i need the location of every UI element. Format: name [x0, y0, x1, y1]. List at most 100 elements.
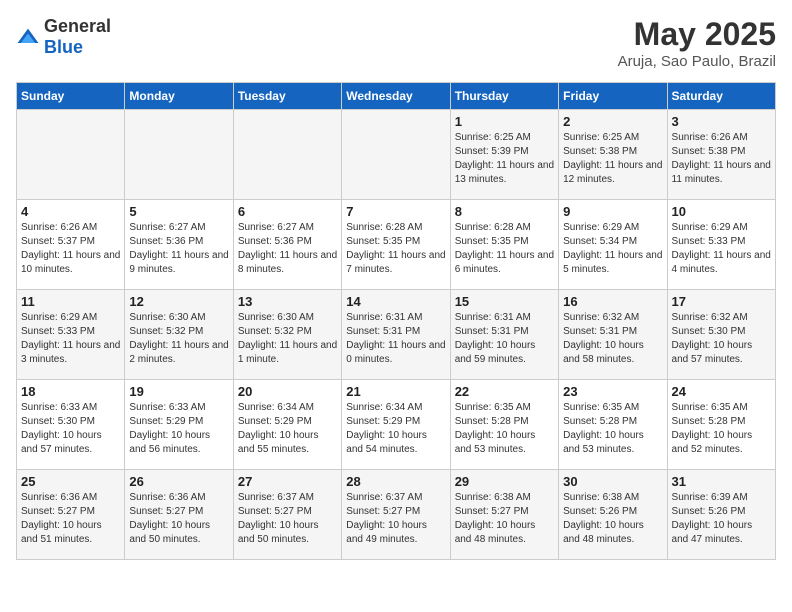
subtitle: Aruja, Sao Paulo, Brazil [618, 53, 776, 70]
day-number: 25 [21, 474, 120, 489]
calendar-cell: 18 Sunrise: 6:33 AM Sunset: 5:30 PM Dayli… [17, 380, 125, 470]
calendar-cell: 30 Sunrise: 6:38 AM Sunset: 5:26 PM Dayli… [559, 470, 667, 560]
day-info: Sunrise: 6:29 AM Sunset: 5:34 PM Dayligh… [563, 221, 662, 277]
day-info: Sunrise: 6:29 AM Sunset: 5:33 PM Dayligh… [21, 311, 120, 367]
weekday-header-row: SundayMondayTuesdayWednesdayThursdayFrid… [17, 83, 776, 110]
calendar-cell [233, 110, 341, 200]
weekday-header-monday: Monday [125, 83, 233, 110]
day-info: Sunrise: 6:38 AM Sunset: 5:27 PM Dayligh… [455, 491, 554, 547]
calendar-cell: 20 Sunrise: 6:34 AM Sunset: 5:29 PM Dayli… [233, 380, 341, 470]
day-number: 11 [21, 294, 120, 309]
calendar-cell: 31Sunrise: 6:39 AM Sunset: 5:26 PM Dayli… [667, 470, 775, 560]
week-row-2: 4Sunrise: 6:26 AM Sunset: 5:37 PM Daylig… [17, 200, 776, 290]
day-info: Sunrise: 6:34 AM Sunset: 5:29 PM Dayligh… [346, 401, 445, 457]
weekday-header-sunday: Sunday [17, 83, 125, 110]
calendar-cell: 15Sunrise: 6:31 AM Sunset: 5:31 PM Dayli… [450, 290, 558, 380]
calendar-cell [125, 110, 233, 200]
calendar-cell [17, 110, 125, 200]
week-row-4: 18 Sunrise: 6:33 AM Sunset: 5:30 PM Dayli… [17, 380, 776, 470]
day-number: 4 [21, 204, 120, 219]
page-header: General Blue May 2025 Aruja, Sao Paulo, … [16, 16, 776, 70]
day-info: Sunrise: 6:25 AM Sunset: 5:38 PM Dayligh… [563, 131, 662, 187]
title-block: May 2025 Aruja, Sao Paulo, Brazil [618, 16, 776, 70]
day-number: 9 [563, 204, 662, 219]
day-number: 27 [238, 474, 337, 489]
day-number: 1 [455, 114, 554, 129]
calendar-cell: 9 Sunrise: 6:29 AM Sunset: 5:34 PM Daylig… [559, 200, 667, 290]
day-number: 21 [346, 384, 445, 399]
day-number: 3 [672, 114, 771, 129]
day-info: Sunrise: 6:35 AM Sunset: 5:28 PM Dayligh… [672, 401, 771, 457]
day-number: 16 [563, 294, 662, 309]
day-number: 12 [129, 294, 228, 309]
day-info: Sunrise: 6:36 AM Sunset: 5:27 PM Dayligh… [129, 491, 228, 547]
calendar-cell: 2 Sunrise: 6:25 AM Sunset: 5:38 PM Daylig… [559, 110, 667, 200]
day-number: 18 [21, 384, 120, 399]
week-row-5: 25 Sunrise: 6:36 AM Sunset: 5:27 PM Dayli… [17, 470, 776, 560]
calendar-cell: 13 Sunrise: 6:30 AM Sunset: 5:32 PM Dayli… [233, 290, 341, 380]
day-number: 7 [346, 204, 445, 219]
calendar-cell: 14 Sunrise: 6:31 AM Sunset: 5:31 PM Dayli… [342, 290, 450, 380]
day-info: Sunrise: 6:34 AM Sunset: 5:29 PM Dayligh… [238, 401, 337, 457]
day-number: 10 [672, 204, 771, 219]
calendar-cell: 25Sunrise: 6:36 AM Sunset: 5:27 PM Dayli… [17, 470, 125, 560]
day-number: 19 [129, 384, 228, 399]
calendar-cell [342, 110, 450, 200]
weekday-header-tuesday: Tuesday [233, 83, 341, 110]
week-row-3: 11 Sunrise: 6:29 AM Sunset: 5:33 PM Dayli… [17, 290, 776, 380]
calendar-table: SundayMondayTuesdayWednesdayThursdayFrid… [16, 82, 776, 560]
day-info: Sunrise: 6:37 AM Sunset: 5:27 PM Dayligh… [238, 491, 337, 547]
calendar-cell: 16 Sunrise: 6:32 AM Sunset: 5:31 PM Dayli… [559, 290, 667, 380]
day-number: 26 [129, 474, 228, 489]
day-number: 13 [238, 294, 337, 309]
day-info: Sunrise: 6:27 AM Sunset: 5:36 PM Dayligh… [129, 221, 228, 277]
calendar-cell: 3 Sunrise: 6:26 AM Sunset: 5:38 PM Daylig… [667, 110, 775, 200]
calendar-cell: 8 Sunrise: 6:28 AM Sunset: 5:35 PM Daylig… [450, 200, 558, 290]
day-info: Sunrise: 6:29 AM Sunset: 5:33 PM Dayligh… [672, 221, 771, 277]
calendar-cell: 26 Sunrise: 6:36 AM Sunset: 5:27 PM Dayli… [125, 470, 233, 560]
day-info: Sunrise: 6:35 AM Sunset: 5:28 PM Dayligh… [455, 401, 554, 457]
day-info: Sunrise: 6:32 AM Sunset: 5:31 PM Dayligh… [563, 311, 662, 367]
logo-blue-text: Blue [44, 37, 83, 57]
day-number: 5 [129, 204, 228, 219]
day-info: Sunrise: 6:27 AM Sunset: 5:36 PM Dayligh… [238, 221, 337, 277]
day-info: Sunrise: 6:28 AM Sunset: 5:35 PM Dayligh… [346, 221, 445, 277]
day-number: 17 [672, 294, 771, 309]
calendar-cell: 6Sunrise: 6:27 AM Sunset: 5:36 PM Daylig… [233, 200, 341, 290]
calendar-cell: 1Sunrise: 6:25 AM Sunset: 5:39 PM Daylig… [450, 110, 558, 200]
day-info: Sunrise: 6:30 AM Sunset: 5:32 PM Dayligh… [238, 311, 337, 367]
day-number: 14 [346, 294, 445, 309]
day-info: Sunrise: 6:38 AM Sunset: 5:26 PM Dayligh… [563, 491, 662, 547]
main-title: May 2025 [618, 16, 776, 53]
day-info: Sunrise: 6:26 AM Sunset: 5:38 PM Dayligh… [672, 131, 771, 187]
weekday-header-friday: Friday [559, 83, 667, 110]
day-number: 23 [563, 384, 662, 399]
calendar-cell: 4Sunrise: 6:26 AM Sunset: 5:37 PM Daylig… [17, 200, 125, 290]
calendar-cell: 5 Sunrise: 6:27 AM Sunset: 5:36 PM Daylig… [125, 200, 233, 290]
logo-general-text: General [44, 16, 111, 36]
calendar-cell: 24 Sunrise: 6:35 AM Sunset: 5:28 PM Dayli… [667, 380, 775, 470]
logo: General Blue [16, 16, 111, 58]
day-number: 2 [563, 114, 662, 129]
day-info: Sunrise: 6:31 AM Sunset: 5:31 PM Dayligh… [346, 311, 445, 367]
weekday-header-thursday: Thursday [450, 83, 558, 110]
weekday-header-saturday: Saturday [667, 83, 775, 110]
day-info: Sunrise: 6:33 AM Sunset: 5:30 PM Dayligh… [21, 401, 120, 457]
day-info: Sunrise: 6:39 AM Sunset: 5:26 PM Dayligh… [672, 491, 771, 547]
day-number: 20 [238, 384, 337, 399]
day-info: Sunrise: 6:35 AM Sunset: 5:28 PM Dayligh… [563, 401, 662, 457]
day-number: 24 [672, 384, 771, 399]
day-number: 15 [455, 294, 554, 309]
day-number: 8 [455, 204, 554, 219]
calendar-cell: 21 Sunrise: 6:34 AM Sunset: 5:29 PM Dayli… [342, 380, 450, 470]
day-info: Sunrise: 6:32 AM Sunset: 5:30 PM Dayligh… [672, 311, 771, 367]
day-info: Sunrise: 6:28 AM Sunset: 5:35 PM Dayligh… [455, 221, 554, 277]
calendar-cell: 29 Sunrise: 6:38 AM Sunset: 5:27 PM Dayli… [450, 470, 558, 560]
logo-icon [16, 27, 40, 47]
day-number: 29 [455, 474, 554, 489]
day-number: 30 [563, 474, 662, 489]
calendar-cell: 7 Sunrise: 6:28 AM Sunset: 5:35 PM Daylig… [342, 200, 450, 290]
week-row-1: 1Sunrise: 6:25 AM Sunset: 5:39 PM Daylig… [17, 110, 776, 200]
calendar-cell: 10 Sunrise: 6:29 AM Sunset: 5:33 PM Dayli… [667, 200, 775, 290]
day-info: Sunrise: 6:30 AM Sunset: 5:32 PM Dayligh… [129, 311, 228, 367]
